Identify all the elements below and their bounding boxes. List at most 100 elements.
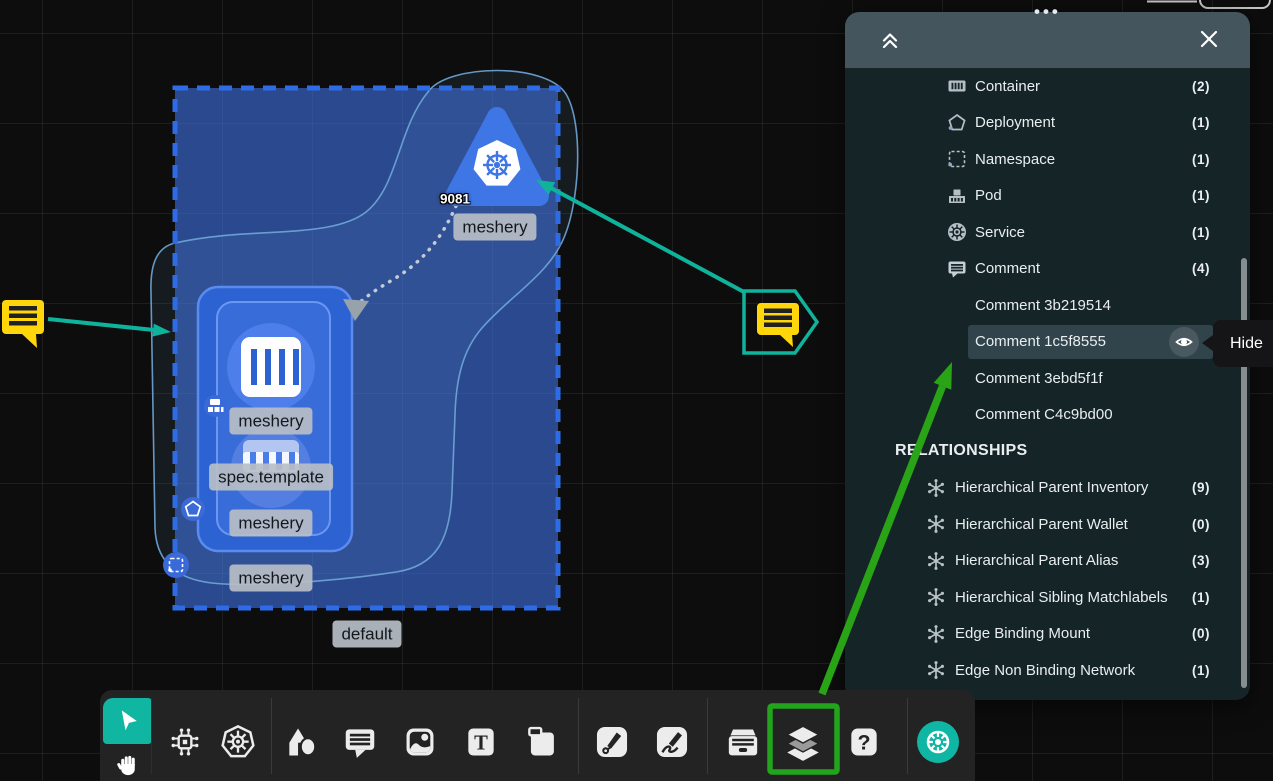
component-label: Deployment — [975, 114, 1055, 131]
component-count: (1) — [1192, 188, 1210, 203]
deployment-name-label: meshery — [229, 565, 312, 592]
layers-icon — [782, 721, 824, 763]
clipped-node-top-right — [1147, 0, 1270, 8]
comment-list-item[interactable]: Comment 3b219514 — [845, 287, 1250, 324]
comment-tool-button[interactable] — [338, 720, 382, 764]
pen-icon — [593, 723, 631, 761]
component-row-namespace[interactable]: Namespace (1) — [845, 141, 1250, 178]
component-label: Namespace — [975, 151, 1055, 168]
collapse-panel-button[interactable] — [877, 27, 903, 53]
toolbar-divider — [271, 698, 272, 774]
pen-tool-button[interactable] — [590, 720, 634, 764]
service-port-label: 9081 — [440, 192, 470, 207]
relationship-row[interactable]: Hierarchical Parent Inventory (9) — [845, 470, 1250, 507]
component-count: (2) — [1192, 79, 1210, 94]
deployment-icon — [945, 111, 969, 135]
component-chip-icon — [166, 723, 204, 761]
hand-icon — [114, 750, 142, 778]
pod-name-label: meshery — [229, 510, 312, 537]
hide-tooltip: Hide — [1213, 320, 1273, 367]
component-count: (4) — [1192, 261, 1210, 276]
pencil-icon — [653, 723, 691, 761]
select-tool-button[interactable] — [103, 698, 152, 744]
relationship-icon — [925, 659, 947, 681]
pan-tool-button[interactable] — [106, 748, 150, 780]
relationships-section-title: RELATIONSHIPS — [845, 433, 1250, 470]
spec-template-label: spec.template — [209, 464, 333, 491]
relationship-icon — [925, 550, 947, 572]
toggle-visibility-eye-button[interactable] — [1169, 327, 1199, 357]
component-row-comment[interactable]: Comment (4) — [845, 251, 1250, 288]
component-count: (1) — [1192, 152, 1210, 167]
comment-list-item[interactable]: Comment C4c9bd00 — [845, 397, 1250, 434]
toolbar-divider — [151, 698, 152, 774]
comment-node-right[interactable] — [757, 303, 799, 347]
panel-drag-handle[interactable]: ••• — [1034, 2, 1061, 22]
text-tool-button[interactable]: T — [459, 720, 503, 764]
drawer-tool-button[interactable] — [721, 720, 765, 764]
meshery-logo-button[interactable] — [917, 721, 959, 763]
shapes-tool-button[interactable] — [280, 720, 324, 764]
image-icon — [401, 723, 439, 761]
relationship-row[interactable]: Hierarchical Sibling Matchlabels (1) — [845, 579, 1250, 616]
bottom-toolbar: T — [100, 690, 975, 781]
container-icon — [945, 74, 969, 98]
deployment-badge — [181, 497, 205, 521]
namespace-name-label: default — [332, 621, 401, 648]
relationship-icon — [925, 513, 947, 535]
container-name-label: meshery — [229, 408, 312, 435]
note-icon — [523, 723, 561, 761]
component-tool-button[interactable] — [163, 720, 207, 764]
meshery-wheel-icon — [923, 727, 953, 757]
namespace-icon — [945, 147, 969, 171]
close-panel-button[interactable] — [1198, 28, 1220, 50]
panel-body: Container (2) Deployment (1) Namespace (… — [845, 68, 1250, 700]
component-label: Service — [975, 224, 1025, 241]
toolbar-divider — [907, 698, 908, 774]
tooltip-caret — [1202, 335, 1213, 351]
container-node-1[interactable] — [227, 323, 315, 411]
relationship-row[interactable]: Hierarchical Parent Alias (3) — [845, 543, 1250, 580]
note-tool-button[interactable] — [520, 720, 564, 764]
image-tool-button[interactable] — [398, 720, 442, 764]
component-row-deployment[interactable]: Deployment (1) — [845, 105, 1250, 142]
component-count: (1) — [1192, 225, 1210, 240]
relationship-row[interactable]: Hierarchical Parent Wallet (0) — [845, 506, 1250, 543]
relationship-icon — [925, 623, 947, 645]
svg-text:T: T — [474, 732, 488, 754]
service-icon — [945, 220, 969, 244]
meshery-design-canvas: 9081 meshery meshery spec.template meshe… — [0, 0, 1273, 781]
comment-icon — [945, 257, 969, 281]
relationship-icon — [925, 586, 947, 608]
svg-text:?: ? — [857, 731, 870, 755]
pod-icon — [945, 184, 969, 208]
help-tool-button[interactable]: ? — [842, 720, 886, 764]
component-row-service[interactable]: Service (1) — [845, 214, 1250, 251]
pencil-tool-button[interactable] — [650, 720, 694, 764]
comment-list-item-highlighted[interactable]: Comment 1c5f8555 — [845, 324, 1250, 361]
component-count: (1) — [1192, 115, 1210, 130]
relationship-row[interactable]: Edge Non Binding Network (1) — [845, 652, 1250, 689]
toolbar-divider — [578, 698, 579, 774]
layers-tool-button[interactable] — [781, 720, 825, 764]
service-name-label: meshery — [453, 214, 536, 241]
relationship-row[interactable]: Edge Binding Mount (0) — [845, 616, 1250, 653]
component-row-container[interactable]: Container (2) — [845, 68, 1250, 105]
pod-badge — [204, 395, 226, 417]
shapes-icon — [283, 723, 321, 761]
elements-panel: Container (2) Deployment (1) Namespace (… — [845, 12, 1250, 700]
comment-list-item[interactable]: Comment 3ebd5f1f — [845, 360, 1250, 397]
toolbar-divider — [707, 698, 708, 774]
help-icon: ? — [845, 723, 883, 761]
component-label: Pod — [975, 187, 1002, 204]
relationship-icon — [925, 477, 947, 499]
component-row-pod[interactable]: Pod (1) — [845, 178, 1250, 215]
comment-node-left[interactable] — [2, 300, 44, 348]
edge-right-comment[interactable] — [536, 180, 744, 292]
drawer-icon — [723, 722, 763, 762]
component-label: Container — [975, 78, 1040, 95]
comment-icon — [341, 723, 379, 761]
namespace-badge — [163, 552, 189, 578]
component-label: Comment — [975, 260, 1040, 277]
kubernetes-tool-button[interactable] — [216, 720, 260, 764]
